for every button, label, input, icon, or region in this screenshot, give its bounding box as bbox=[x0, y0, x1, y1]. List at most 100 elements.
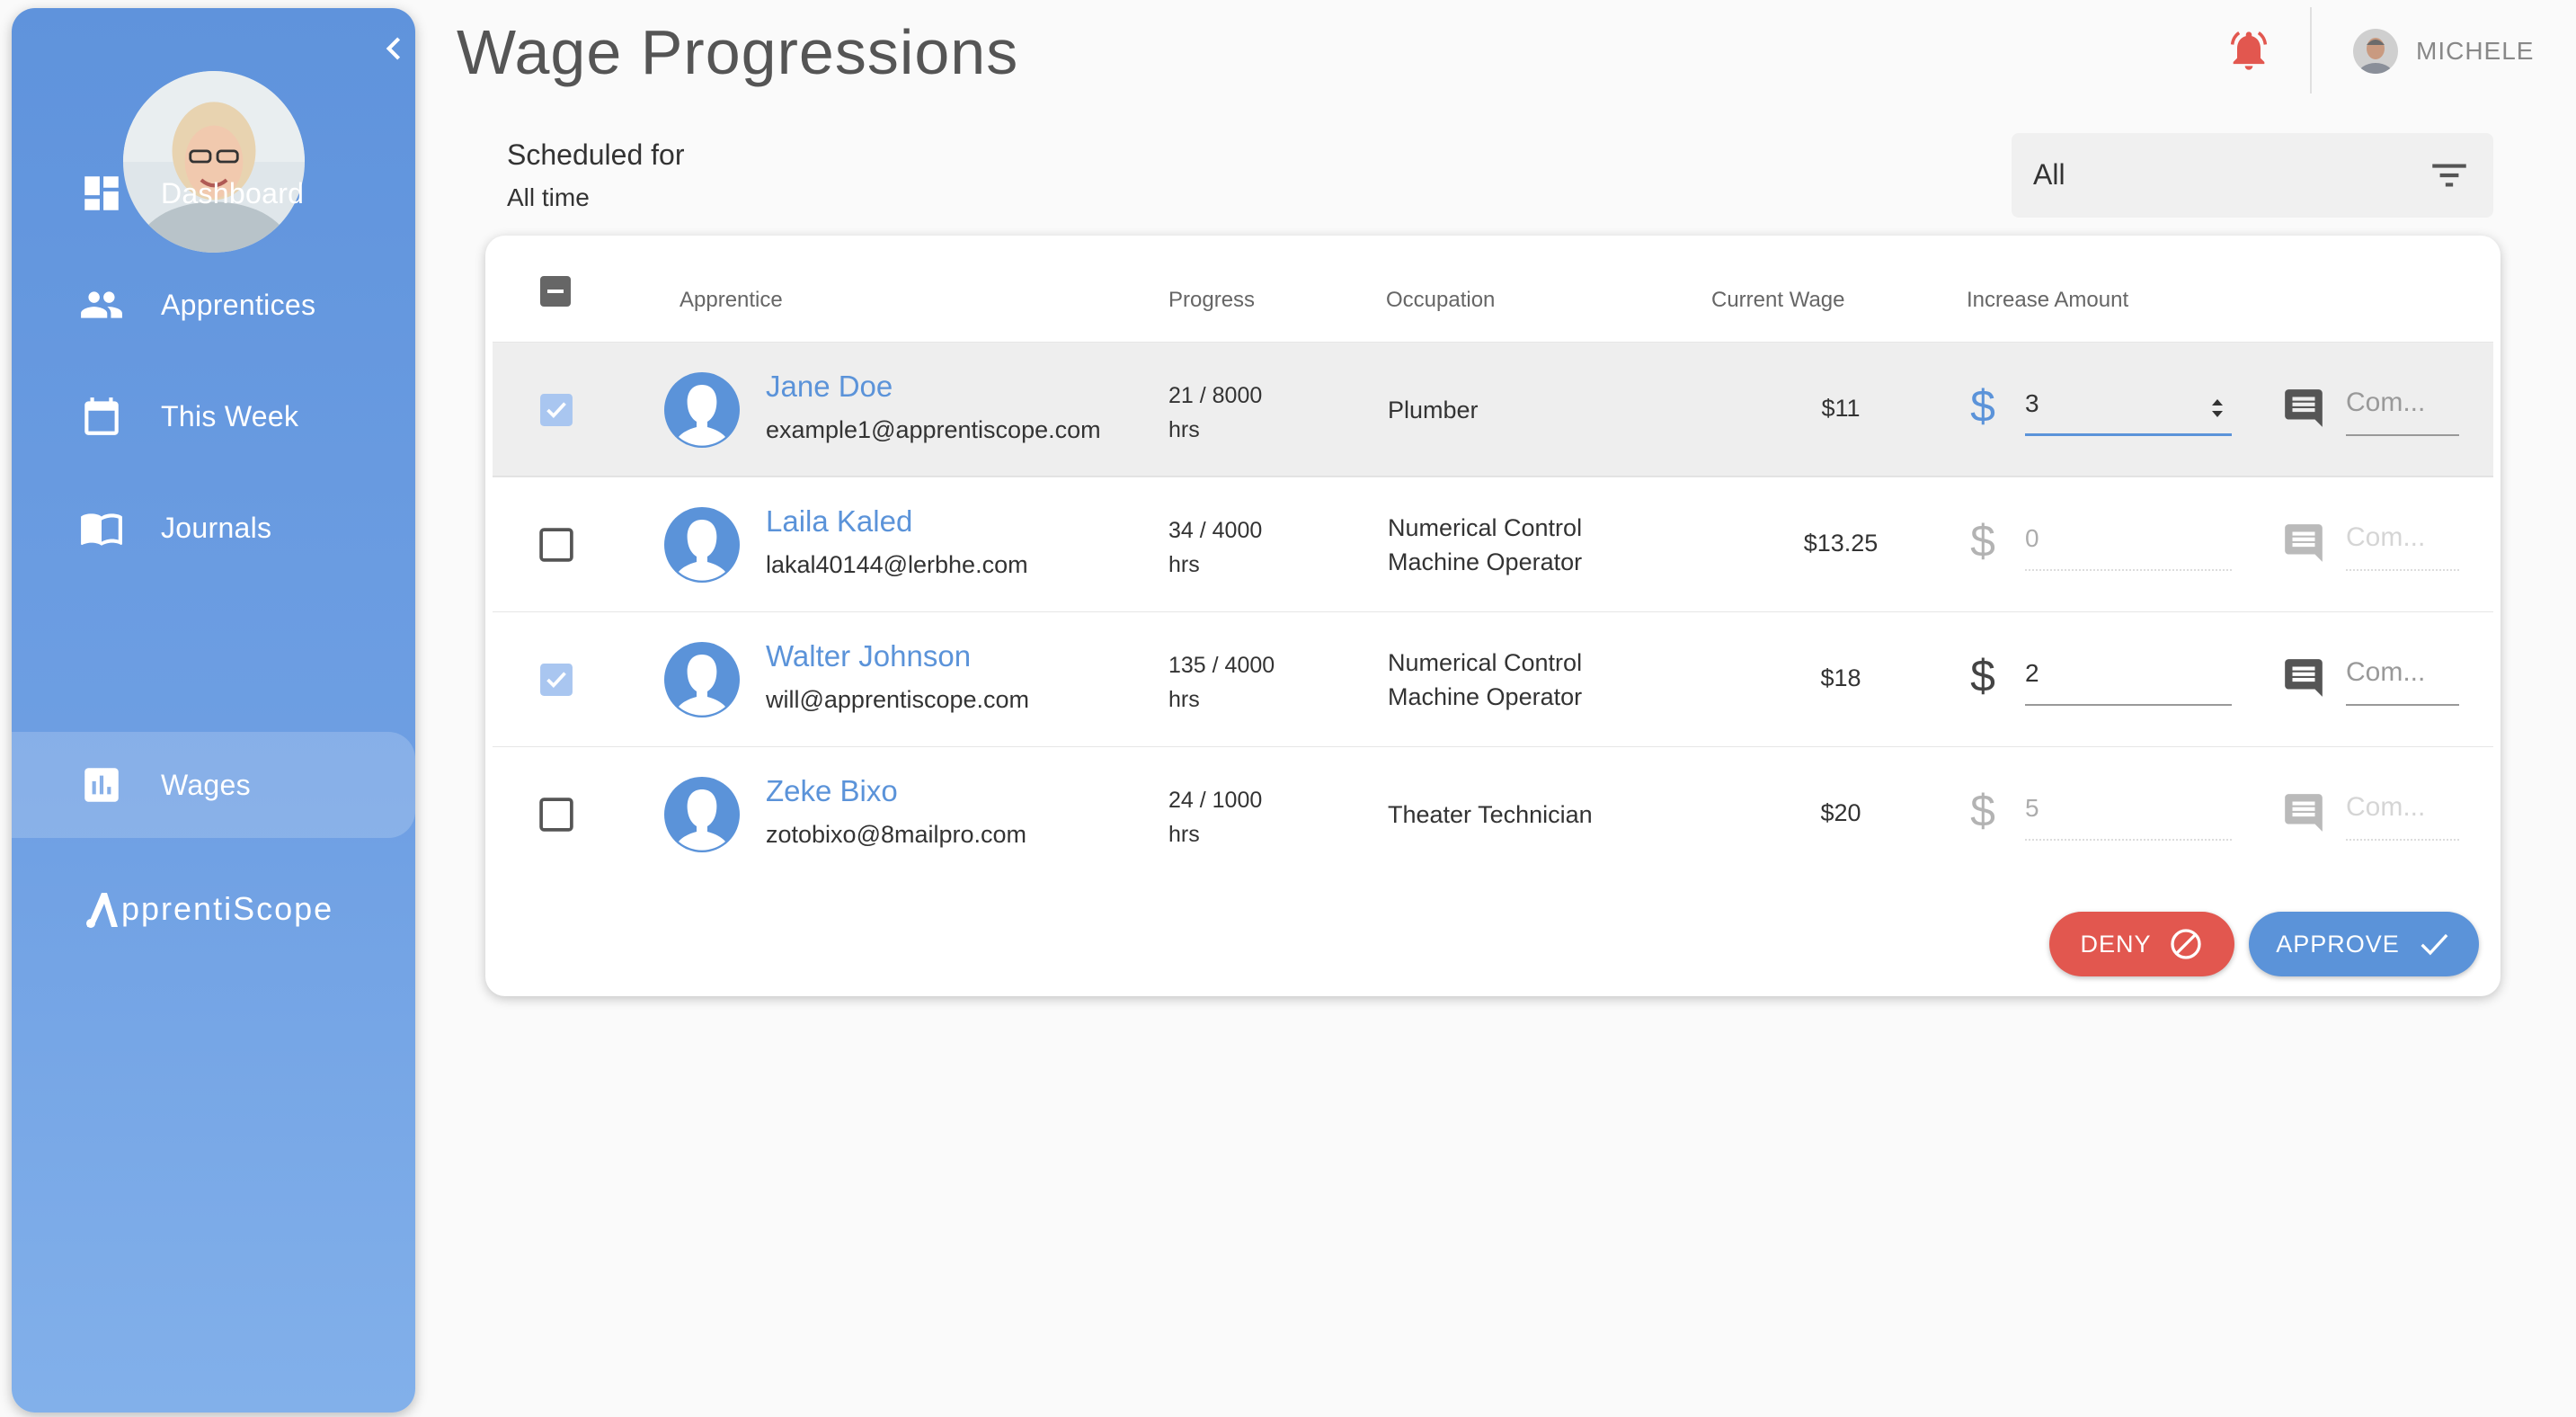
progress-value: 135 / 4000 bbox=[1168, 653, 1275, 678]
apprentice-email: example1@apprentiscope.com bbox=[766, 416, 1101, 443]
apprentice-name-link[interactable]: Laila Kaled bbox=[766, 504, 912, 539]
comment-placeholder: Com... bbox=[2346, 522, 2426, 552]
header-divider bbox=[2310, 7, 2312, 94]
filter-select[interactable]: All bbox=[2012, 133, 2493, 218]
svg-text:$: $ bbox=[1970, 654, 1995, 699]
bar-chart-icon bbox=[84, 768, 119, 802]
sidebar-item-label: Journals bbox=[161, 511, 272, 544]
check-icon bbox=[2421, 933, 2448, 956]
row-checkbox[interactable] bbox=[539, 663, 573, 697]
collapse-sidebar-button[interactable] bbox=[371, 26, 415, 71]
increase-amount-value: 5 bbox=[2025, 794, 2039, 822]
apprentice-avatar-icon bbox=[664, 777, 740, 852]
table-row[interactable]: Jane Doe example1@apprentiscope.com 21 /… bbox=[493, 342, 2493, 477]
notification-bell-icon[interactable] bbox=[2225, 27, 2272, 74]
apprentiscope-logo-icon bbox=[86, 893, 118, 928]
comment-icon[interactable] bbox=[2281, 521, 2326, 566]
comment-icon[interactable] bbox=[2281, 790, 2326, 835]
current-wage: $20 bbox=[1820, 799, 1861, 826]
filter-selected-value: All bbox=[2033, 158, 2065, 191]
row-checkbox[interactable] bbox=[539, 393, 573, 427]
table-row[interactable]: Walter Johnson will@apprentiscope.com 13… bbox=[493, 611, 2493, 746]
column-header-occupation[interactable]: Occupation bbox=[1386, 288, 1495, 313]
comment-input[interactable]: Com... bbox=[2346, 652, 2459, 706]
apprentice-avatar-icon bbox=[664, 372, 740, 448]
column-header-current-wage[interactable]: Current Wage bbox=[1711, 288, 1845, 313]
current-wage: $18 bbox=[1820, 664, 1861, 691]
svg-text:$: $ bbox=[1970, 519, 1995, 564]
dashboard-icon bbox=[84, 176, 119, 210]
occupation: Plumber bbox=[1388, 393, 1479, 427]
column-header-increase-amount[interactable]: Increase Amount bbox=[1967, 288, 2128, 313]
column-header-apprentice[interactable]: Apprentice bbox=[680, 288, 783, 313]
comment-input[interactable]: Com... bbox=[2346, 517, 2459, 571]
scheduled-label: Scheduled for bbox=[507, 138, 685, 171]
comment-input[interactable]: Com... bbox=[2346, 787, 2459, 841]
comment-icon[interactable] bbox=[2281, 655, 2326, 700]
table-row[interactable]: Zeke Bixo zotobixo@8mailpro.com 24 / 100… bbox=[493, 746, 2493, 881]
user-menu[interactable]: MICHELE bbox=[2353, 29, 2534, 74]
apprentice-email: will@apprentiscope.com bbox=[766, 686, 1030, 713]
current-wage: $13.25 bbox=[1803, 530, 1879, 557]
sidebar-item-apprentices[interactable]: Apprentices bbox=[12, 252, 415, 358]
apprentice-name-link[interactable]: Zeke Bixo bbox=[766, 774, 898, 808]
comment-input[interactable]: Com... bbox=[2346, 382, 2459, 436]
occupation: Numerical Control Machine Operator bbox=[1388, 646, 1582, 714]
increase-amount-input[interactable]: 3 bbox=[2025, 382, 2232, 436]
chevron-left-icon bbox=[386, 37, 401, 60]
occupation-line: Numerical Control bbox=[1388, 649, 1583, 676]
row-checkbox[interactable] bbox=[539, 798, 573, 832]
dollar-icon: $ bbox=[1970, 789, 1995, 833]
row-checkbox[interactable] bbox=[539, 528, 573, 562]
increase-amount-input[interactable]: 2 bbox=[2025, 652, 2232, 706]
increase-amount-input[interactable]: 5 bbox=[2025, 787, 2232, 841]
block-icon bbox=[2170, 929, 2201, 959]
select-all-checkbox[interactable] bbox=[539, 275, 572, 307]
deny-button[interactable]: DENY bbox=[2049, 912, 2234, 976]
approve-button[interactable]: APPROVE bbox=[2249, 912, 2479, 976]
approve-label: APPROVE bbox=[2276, 930, 2400, 958]
occupation: Theater Technician bbox=[1388, 798, 1593, 832]
user-avatar bbox=[2353, 29, 2398, 74]
progress-unit: hrs bbox=[1168, 552, 1200, 577]
progress-unit: hrs bbox=[1168, 822, 1200, 847]
dollar-icon: $ bbox=[1970, 654, 1995, 699]
sidebar-item-journals[interactable]: Journals bbox=[12, 475, 415, 581]
svg-text:$: $ bbox=[1970, 789, 1995, 833]
brand-name: pprentiScope bbox=[121, 890, 334, 927]
sidebar-item-wages[interactable]: Wages bbox=[12, 732, 415, 838]
calendar-icon bbox=[84, 397, 119, 435]
people-icon bbox=[81, 291, 122, 318]
progress-hours: 24 / 1000 hrs bbox=[1168, 783, 1262, 851]
progress-hours: 21 / 8000 hrs bbox=[1168, 379, 1262, 447]
table-row[interactable]: Laila Kaled lakal40144@lerbhe.com 34 / 4… bbox=[493, 477, 2493, 611]
progress-hours: 135 / 4000 hrs bbox=[1168, 648, 1275, 717]
increase-amount-value: 3 bbox=[2025, 389, 2039, 417]
sidebar-item-label: This Week bbox=[161, 399, 299, 432]
deny-label: DENY bbox=[2080, 930, 2152, 958]
increase-amount-input[interactable]: 0 bbox=[2025, 517, 2232, 571]
dollar-icon: $ bbox=[1970, 519, 1995, 564]
brand-logo: pprentiScope bbox=[84, 889, 333, 929]
apprentice-name-link[interactable]: Walter Johnson bbox=[766, 639, 971, 673]
current-wage: $11 bbox=[1821, 395, 1861, 422]
sidebar-item-this-week[interactable]: This Week bbox=[12, 363, 415, 469]
occupation-line: Theater Technician bbox=[1388, 801, 1593, 828]
comment-icon[interactable] bbox=[2281, 386, 2326, 431]
occupation-line: Plumber bbox=[1388, 397, 1479, 423]
number-spinner-icon[interactable] bbox=[2208, 395, 2226, 422]
page-title: Wage Progressions bbox=[457, 17, 1019, 87]
sidebar: Dashboard Apprentices This Week Journals… bbox=[12, 8, 415, 1413]
increase-amount-value: 0 bbox=[2025, 524, 2039, 552]
comment-placeholder: Com... bbox=[2346, 657, 2426, 687]
occupation-line: Machine Operator bbox=[1388, 683, 1583, 710]
progress-value: 21 / 8000 bbox=[1168, 383, 1263, 408]
apprentice-email: lakal40144@lerbhe.com bbox=[766, 551, 1028, 578]
scheduled-range[interactable]: All time bbox=[507, 183, 590, 212]
progress-value: 34 / 4000 bbox=[1168, 518, 1263, 543]
apprentice-name-link[interactable]: Jane Doe bbox=[766, 370, 893, 404]
sidebar-item-label: Wages bbox=[161, 768, 251, 801]
sidebar-item-dashboard[interactable]: Dashboard bbox=[12, 140, 415, 246]
occupation-line: Machine Operator bbox=[1388, 548, 1583, 575]
column-header-progress[interactable]: Progress bbox=[1168, 288, 1255, 313]
